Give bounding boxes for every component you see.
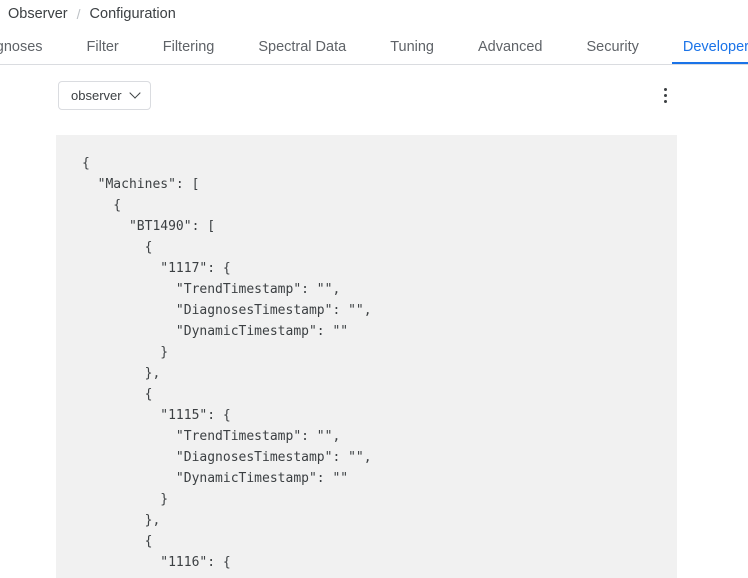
breadcrumb: Observer / Configuration — [8, 3, 176, 25]
config-source-select-value: observer — [71, 88, 122, 103]
tab-strip: Diagnoses Filter Filtering Spectral Data… — [0, 30, 748, 64]
tab-filtering[interactable]: Filtering — [141, 30, 237, 64]
tab-advanced[interactable]: Advanced — [456, 30, 565, 64]
breadcrumb-item-configuration[interactable]: Configuration — [90, 6, 176, 22]
kebab-dot — [664, 88, 667, 91]
kebab-dot — [664, 100, 667, 103]
kebab-dot — [664, 94, 667, 97]
breadcrumb-separator: / — [77, 6, 81, 22]
json-code-viewer[interactable]: { "Machines": [ { "BT1490": [ { "1117": … — [56, 135, 677, 578]
tab-spectral-data[interactable]: Spectral Data — [236, 30, 368, 64]
tab-bar: Diagnoses Filter Filtering Spectral Data… — [0, 30, 748, 65]
tab-tuning[interactable]: Tuning — [368, 30, 456, 64]
breadcrumb-item-observer[interactable]: Observer — [8, 6, 68, 22]
more-vertical-icon[interactable] — [655, 78, 675, 112]
tab-diagnoses[interactable]: Diagnoses — [0, 30, 65, 64]
tab-security[interactable]: Security — [565, 30, 661, 64]
chevron-down-icon — [131, 89, 140, 98]
developer-toolbar: observer — [0, 66, 748, 124]
config-source-select[interactable]: observer — [58, 81, 151, 110]
tab-filter[interactable]: Filter — [65, 30, 141, 64]
json-code-content: { "Machines": [ { "BT1490": [ { "1117": … — [56, 135, 677, 573]
tab-developer[interactable]: Developer — [661, 30, 748, 64]
